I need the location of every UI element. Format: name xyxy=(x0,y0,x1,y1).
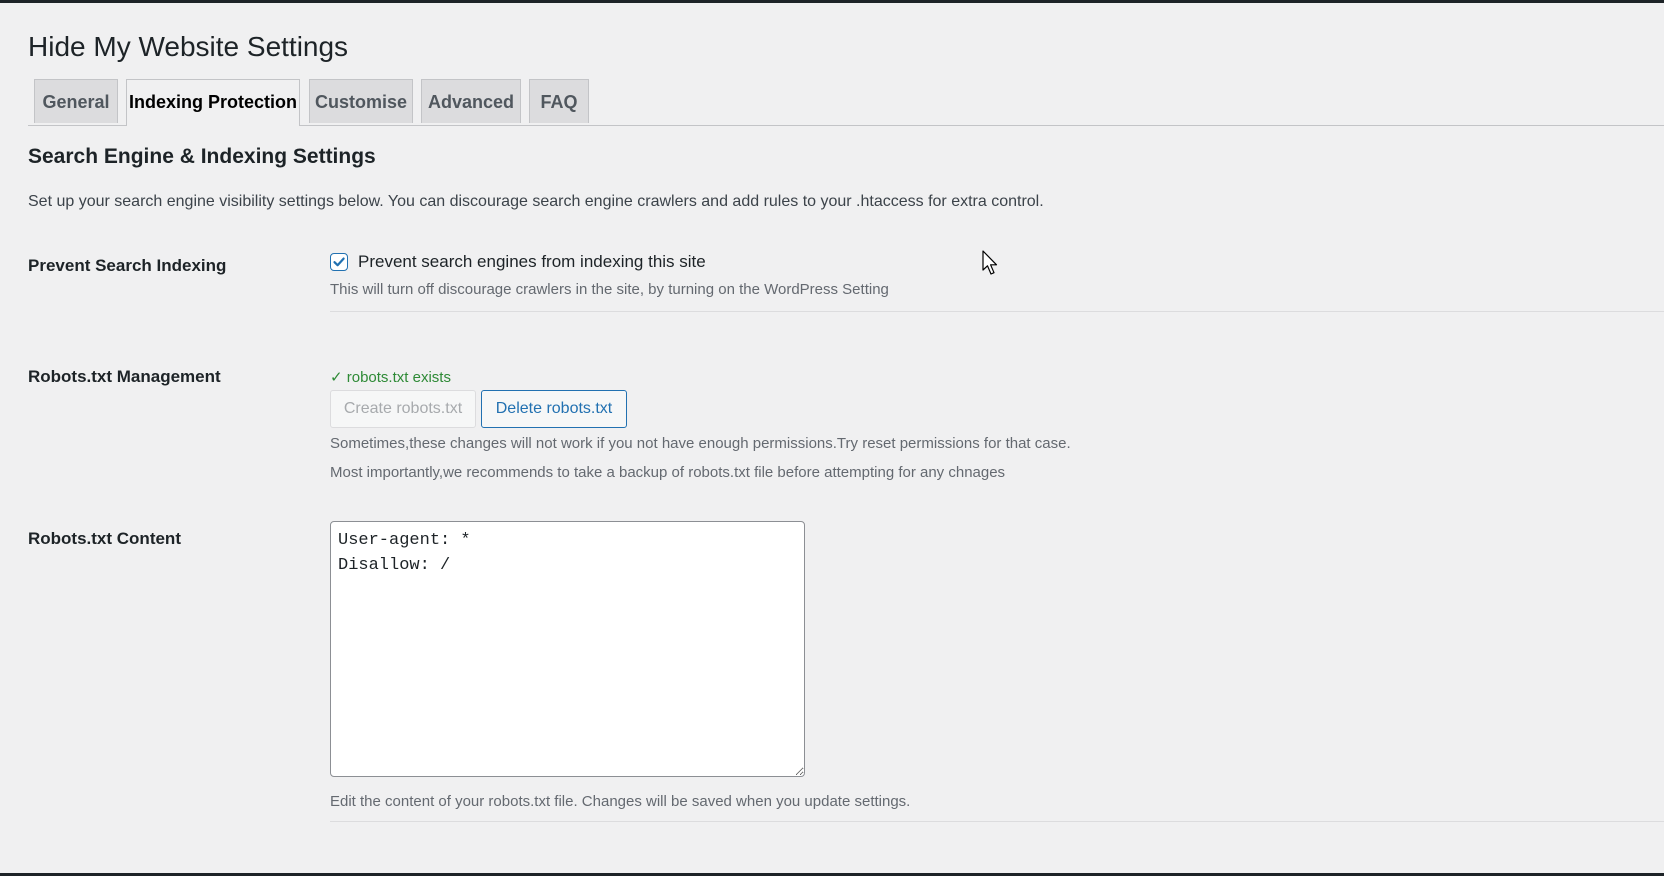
row-divider xyxy=(330,311,1664,312)
robots-permissions-note: Sometimes,these changes will not work if… xyxy=(330,435,1071,452)
prevent-indexing-checkbox-row[interactable]: Prevent search engines from indexing thi… xyxy=(330,250,706,274)
tab-faq[interactable]: FAQ xyxy=(529,79,589,123)
check-icon xyxy=(333,257,345,267)
mouse-pointer-icon xyxy=(982,250,998,275)
tab-indexing-protection[interactable]: Indexing Protection xyxy=(126,79,300,126)
tab-general[interactable]: General xyxy=(34,79,118,123)
robots-content-textarea[interactable] xyxy=(330,521,805,777)
prevent-indexing-checkbox[interactable] xyxy=(330,253,348,271)
tab-bar: General Indexing Protection Customise Ad… xyxy=(28,79,1664,126)
tab-customise[interactable]: Customise xyxy=(309,79,413,123)
prevent-indexing-description: This will turn off discourage crawlers i… xyxy=(330,281,889,298)
prevent-indexing-checkbox-label: Prevent search engines from indexing thi… xyxy=(358,252,706,271)
page-title: Hide My Website Settings xyxy=(28,31,349,62)
admin-top-bar xyxy=(0,0,1664,3)
robots-management-label: Robots.txt Management xyxy=(28,367,221,386)
delete-robots-button[interactable]: Delete robots.txt xyxy=(481,390,627,428)
section-intro: Set up your search engine visibility set… xyxy=(28,193,1044,210)
section-title: Search Engine & Indexing Settings xyxy=(28,145,376,168)
robots-content-description: Edit the content of your robots.txt file… xyxy=(330,793,911,810)
robots-content-label: Robots.txt Content xyxy=(28,529,181,548)
prevent-indexing-label: Prevent Search Indexing xyxy=(28,256,227,275)
create-robots-button[interactable]: Create robots.txt xyxy=(330,390,476,428)
tab-advanced[interactable]: Advanced xyxy=(421,79,521,123)
robots-status-badge: ✓ robots.txt exists xyxy=(330,369,451,386)
robots-backup-note: Most importantly,we recommends to take a… xyxy=(330,464,1006,481)
row-divider xyxy=(330,821,1664,822)
